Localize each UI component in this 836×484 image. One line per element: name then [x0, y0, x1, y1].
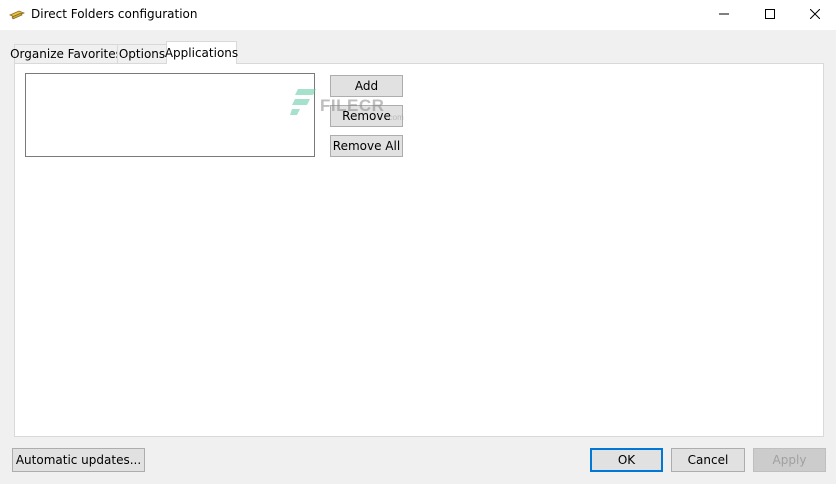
config-window: Direct Folders configuration Organize Fa… [0, 0, 836, 484]
tab-applications[interactable]: Applications [165, 41, 238, 64]
add-button[interactable]: Add [330, 75, 403, 97]
minimize-button[interactable] [701, 0, 747, 30]
automatic-updates-button[interactable]: Automatic updates... [12, 448, 145, 472]
remove-button[interactable]: Remove [330, 105, 403, 127]
window-title: Direct Folders configuration [31, 7, 198, 21]
folder-arrow-icon [8, 9, 26, 21]
cancel-button[interactable]: Cancel [671, 448, 745, 472]
close-icon [809, 8, 821, 22]
tab-organize-favorites[interactable]: Organize Favorites [10, 44, 122, 64]
close-button[interactable] [792, 0, 836, 30]
remove-all-button[interactable]: Remove All [330, 135, 403, 157]
maximize-icon [765, 8, 775, 22]
applications-listbox[interactable] [25, 73, 315, 157]
apply-button[interactable]: Apply [753, 448, 826, 472]
tab-options[interactable]: Options [117, 44, 167, 64]
title-bar[interactable]: Direct Folders configuration [0, 0, 836, 30]
ok-button[interactable]: OK [590, 448, 663, 472]
maximize-button[interactable] [747, 0, 793, 30]
minimize-icon [719, 8, 729, 22]
